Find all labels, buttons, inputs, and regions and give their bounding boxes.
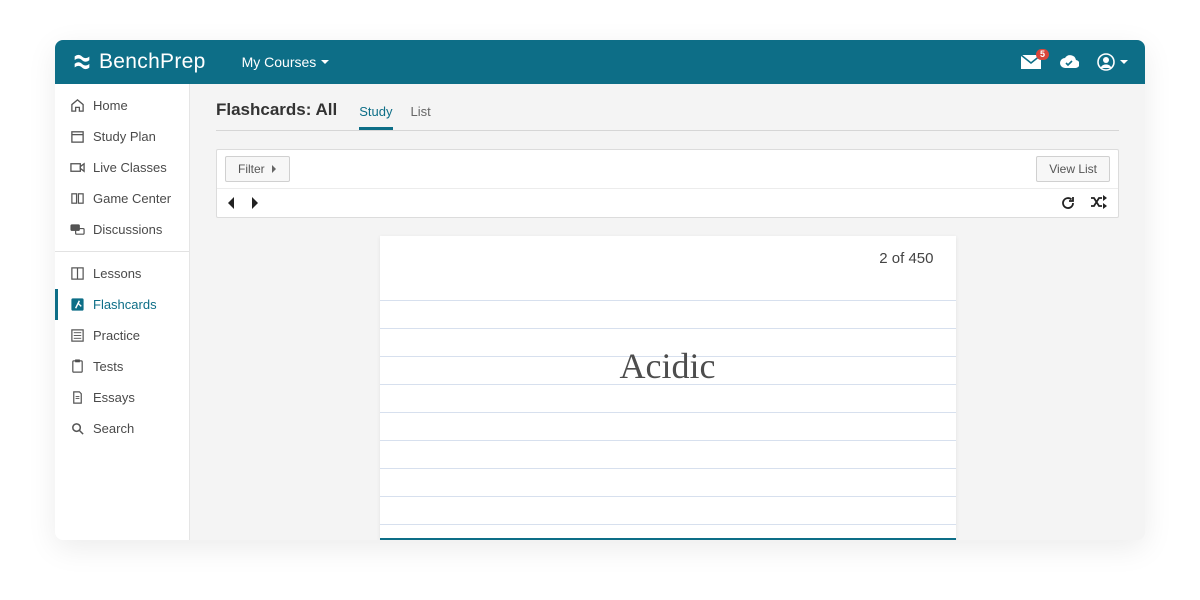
view-tabs: Study List bbox=[359, 104, 430, 130]
view-list-button[interactable]: View List bbox=[1036, 156, 1110, 182]
chevron-right-icon bbox=[271, 165, 277, 173]
game-icon bbox=[70, 191, 85, 206]
chevron-down-icon bbox=[1119, 57, 1129, 67]
sidebar-item-lessons[interactable]: Lessons bbox=[55, 258, 189, 289]
filter-button[interactable]: Filter bbox=[225, 156, 290, 182]
sidebar-item-essays[interactable]: Essays bbox=[55, 382, 189, 413]
calendar-icon bbox=[70, 129, 85, 144]
brand-text: BenchPrep bbox=[99, 50, 206, 74]
mail-badge: 5 bbox=[1036, 49, 1049, 60]
sidebar-divider bbox=[55, 251, 189, 252]
document-icon bbox=[70, 390, 85, 405]
title-row: Flashcards: All Study List bbox=[216, 100, 1119, 131]
my-courses-menu[interactable]: My Courses bbox=[242, 54, 331, 70]
sidebar-item-label: Home bbox=[93, 98, 128, 113]
brand-logo[interactable]: BenchPrep bbox=[71, 50, 206, 74]
list-icon bbox=[70, 328, 85, 343]
sidebar-item-label: Flashcards bbox=[93, 297, 157, 312]
sidebar-item-live-classes[interactable]: Live Classes bbox=[55, 152, 189, 183]
chevron-down-icon bbox=[320, 57, 330, 67]
clipboard-icon bbox=[70, 359, 85, 374]
cloud-status-icon[interactable] bbox=[1059, 54, 1079, 70]
search-icon bbox=[70, 421, 85, 436]
sidebar-item-label: Study Plan bbox=[93, 129, 156, 144]
sidebar-item-label: Essays bbox=[93, 390, 135, 405]
tab-study[interactable]: Study bbox=[359, 104, 392, 130]
brand-mark-icon bbox=[71, 51, 93, 73]
main-content: Flashcards: All Study List Filter View L… bbox=[190, 84, 1145, 540]
header-actions: 5 bbox=[1021, 53, 1129, 71]
flashcards-icon bbox=[70, 297, 85, 312]
sidebar-item-label: Lessons bbox=[93, 266, 141, 281]
body: Home Study Plan Live Classes Game Center… bbox=[55, 84, 1145, 540]
card-lines: Acidic bbox=[380, 273, 956, 538]
card-term: Acidic bbox=[380, 345, 956, 387]
sidebar: Home Study Plan Live Classes Game Center… bbox=[55, 84, 190, 540]
book-icon bbox=[70, 266, 85, 281]
sidebar-item-label: Game Center bbox=[93, 191, 171, 206]
sidebar-item-discussions[interactable]: Discussions bbox=[55, 214, 189, 245]
sidebar-item-practice[interactable]: Practice bbox=[55, 320, 189, 351]
sidebar-item-label: Practice bbox=[93, 328, 140, 343]
shuffle-button[interactable] bbox=[1090, 195, 1108, 211]
account-menu[interactable] bbox=[1097, 53, 1129, 71]
sidebar-item-label: Tests bbox=[93, 359, 123, 374]
sidebar-item-search[interactable]: Search bbox=[55, 413, 189, 444]
sidebar-item-flashcards[interactable]: Flashcards bbox=[55, 289, 189, 320]
discussions-icon bbox=[70, 222, 85, 237]
prev-card-button[interactable] bbox=[227, 197, 235, 209]
sidebar-item-game-center[interactable]: Game Center bbox=[55, 183, 189, 214]
home-icon bbox=[70, 98, 85, 113]
sidebar-item-tests[interactable]: Tests bbox=[55, 351, 189, 382]
sidebar-item-study-plan[interactable]: Study Plan bbox=[55, 121, 189, 152]
reload-button[interactable] bbox=[1060, 195, 1076, 211]
tab-list[interactable]: List bbox=[411, 104, 431, 130]
sidebar-item-label: Discussions bbox=[93, 222, 162, 237]
my-courses-label: My Courses bbox=[242, 54, 317, 70]
card-counter: 2 of 450 bbox=[380, 236, 956, 273]
page-title: Flashcards: All bbox=[216, 100, 337, 130]
top-header: BenchPrep My Courses 5 bbox=[55, 40, 1145, 84]
flashcard-toolbar: Filter View List bbox=[216, 149, 1119, 218]
video-icon bbox=[70, 160, 85, 175]
sidebar-item-home[interactable]: Home bbox=[55, 90, 189, 121]
filter-label: Filter bbox=[238, 162, 265, 176]
next-card-button[interactable] bbox=[251, 197, 259, 209]
mail-button[interactable]: 5 bbox=[1021, 55, 1041, 69]
card-area: 2 of 450 Acidic bbox=[216, 218, 1119, 540]
sidebar-item-label: Live Classes bbox=[93, 160, 167, 175]
flashcard[interactable]: 2 of 450 Acidic bbox=[380, 236, 956, 540]
app-window: BenchPrep My Courses 5 bbox=[55, 40, 1145, 540]
sidebar-item-label: Search bbox=[93, 421, 134, 436]
